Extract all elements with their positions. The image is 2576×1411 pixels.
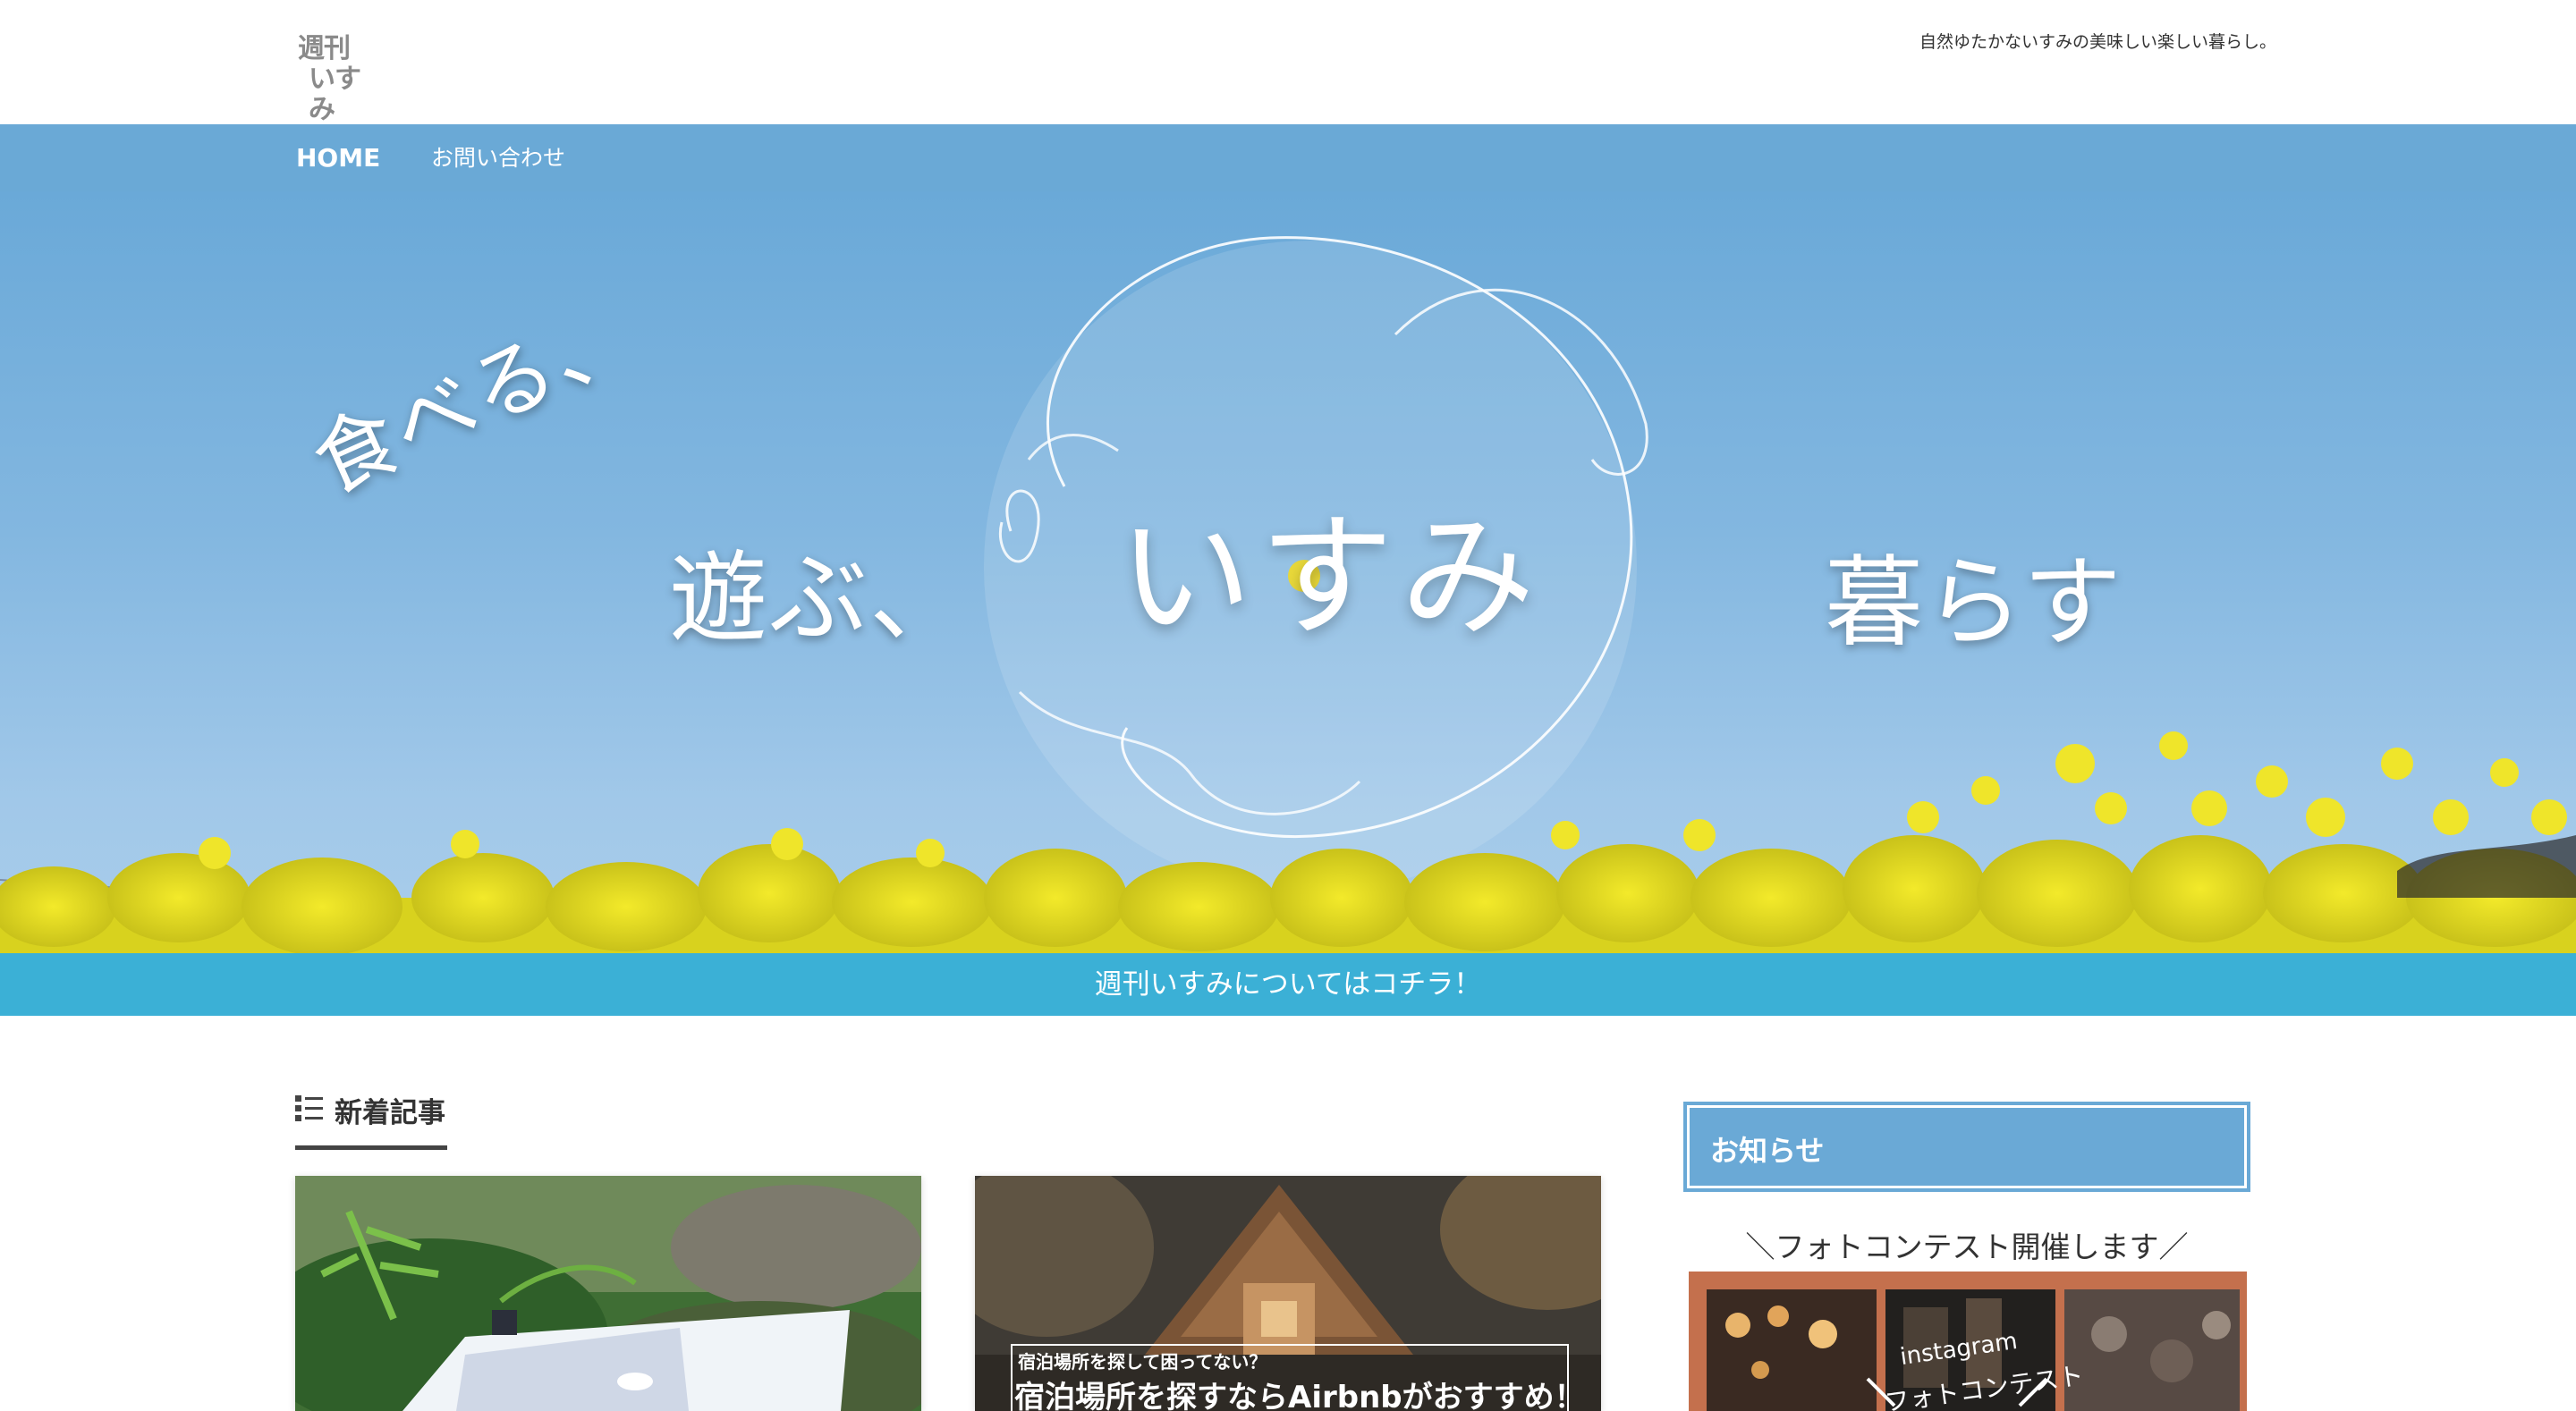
article-thumbnail: [295, 1176, 921, 1411]
nav-home[interactable]: HOME: [296, 124, 380, 191]
notice-widget-title: お知らせ: [1683, 1102, 2250, 1192]
hero-banner: 食べる、 遊ぶ、 いすみ 暮らす: [0, 191, 2576, 953]
list-icon: [295, 1095, 323, 1121]
hero-word-asobu: 遊ぶ、: [669, 541, 970, 655]
section-title: 新着記事: [335, 1097, 445, 1129]
section-heading: 新着記事: [295, 1086, 447, 1150]
notice-title-text: お知らせ: [1710, 1134, 1825, 1168]
site-tagline: 自然ゆたかないすみの美味しい楽しい暮らし。: [1919, 32, 2276, 52]
card-title: 宿泊場所を探すならAirbnbがおすすめ！: [1014, 1380, 1585, 1411]
card-subtitle: 宿泊場所を探して困ってない？: [1018, 1351, 1267, 1373]
about-cta-bar[interactable]: 週刊いすみについてはコチラ！: [0, 953, 2576, 1016]
hero-word-isumi: いすみ: [1118, 500, 1543, 655]
nav-contact[interactable]: お問い合わせ: [431, 124, 565, 191]
hero-word-kurasu: 暮らす: [1825, 545, 2123, 660]
logo-line-1: 週刊: [298, 33, 351, 64]
site-header: 週刊 いすみ 自然ゆたかないすみの美味しい楽しい暮らし。: [0, 0, 2576, 125]
site-logo[interactable]: 週刊 いすみ: [298, 34, 380, 125]
photo-contest-heading: ＼フォトコンテスト開催します／: [1745, 1229, 2189, 1264]
article-card-2[interactable]: 宿泊場所を探して困ってない？ 宿泊場所を探すならAirbnbがおすすめ！: [975, 1176, 1601, 1411]
main-nav: HOME お問い合わせ: [0, 124, 2576, 191]
logo-line-2: いすみ: [309, 63, 361, 125]
photo-contest-banner[interactable]: instagram フォトコンテスト: [1689, 1272, 2247, 1411]
article-card-1[interactable]: [295, 1176, 921, 1411]
